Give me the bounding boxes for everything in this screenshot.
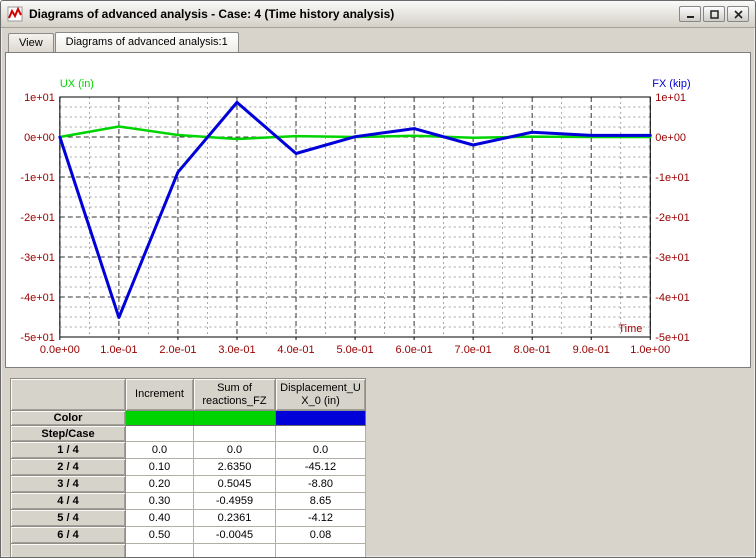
table-cell[interactable]: -45.12: [275, 458, 366, 476]
table-row: [10, 543, 366, 557]
close-icon: [733, 9, 743, 19]
y-tick-label-left: -2e+01: [20, 212, 54, 224]
x-tick-label: 1.0e-01: [100, 344, 137, 356]
maximize-button[interactable]: [703, 6, 725, 22]
table-cell[interactable]: 2.6350: [193, 458, 276, 476]
table-row: 2 / 4 0.10 2.6350 -45.12: [10, 458, 366, 476]
x-tick-label: 5.0e-01: [336, 344, 373, 356]
table-row: 3 / 4 0.20 0.5045 -8.80: [10, 475, 366, 493]
y-tick-label-right: 0e+00: [655, 132, 686, 144]
color-row: Color: [10, 410, 366, 426]
y-tick-label-left: -4e+01: [20, 292, 54, 304]
y-tick-label-right: -3e+01: [655, 252, 689, 264]
table-cell[interactable]: 0.5045: [193, 475, 276, 493]
table-cell[interactable]: -8.80: [275, 475, 366, 493]
results-table: Increment Sum of reactions_FZ Displaceme…: [10, 378, 366, 557]
table-cell[interactable]: 0.0: [193, 441, 276, 459]
stepcase-row: Step/Case: [10, 425, 366, 442]
tab-bar: View Diagrams of advanced analysis:1: [1, 28, 755, 52]
table-cell[interactable]: 0.2361: [193, 509, 276, 527]
column-header-increment[interactable]: Increment: [125, 378, 194, 411]
table-row: 1 / 4 0.0 0.0 0.0: [10, 441, 366, 459]
table-cell[interactable]: 0.20: [125, 475, 194, 493]
stepcase-cell: [125, 425, 194, 442]
table-cell[interactable]: -0.0045: [193, 526, 276, 544]
y-tick-label-right: -5e+01: [655, 332, 689, 344]
color-cell-sum-reactions-fz[interactable]: [193, 410, 276, 426]
row-header[interactable]: 5 / 4: [10, 509, 126, 527]
table-cell[interactable]: -0.4959: [193, 492, 276, 510]
minimize-button[interactable]: [679, 6, 701, 22]
table-cell[interactable]: 0.08: [275, 526, 366, 544]
right-axis-title: FX (kip): [652, 78, 690, 90]
table-cell[interactable]: 8.65: [275, 492, 366, 510]
table-row: 5 / 4 0.40 0.2361 -4.12: [10, 509, 366, 527]
x-tick-label: 9.0e-01: [573, 344, 610, 356]
row-header[interactable]: 6 / 4: [10, 526, 126, 544]
color-row-label: Color: [10, 410, 126, 426]
column-header-sum-reactions-fz[interactable]: Sum of reactions_FZ: [193, 378, 276, 411]
y-tick-label-left: -1e+01: [20, 172, 54, 184]
row-header[interactable]: 2 / 4: [10, 458, 126, 476]
y-tick-label-left: 1e+01: [24, 92, 55, 104]
maximize-icon: [709, 9, 719, 19]
window-title: Diagrams of advanced analysis - Case: 4 …: [29, 7, 395, 21]
tab-diagrams[interactable]: Diagrams of advanced analysis:1: [54, 32, 239, 52]
close-button[interactable]: [727, 6, 749, 22]
y-tick-label-right: -2e+01: [655, 212, 689, 224]
color-cell-increment[interactable]: [125, 410, 194, 426]
table-cell[interactable]: [125, 543, 194, 557]
left-axis-title: UX (in): [60, 78, 94, 90]
chart: 1e+01 1e+01 0e+00 0e+00 -1e+01 -1e+01 -2e+01 -2…: [20, 78, 690, 356]
x-tick-label: 0.0e+00: [40, 344, 80, 356]
table-cell[interactable]: -4.12: [275, 509, 366, 527]
x-tick-label: 4.0e-01: [277, 344, 314, 356]
table-cell[interactable]: [193, 543, 276, 557]
table-cell[interactable]: 0.0: [275, 441, 366, 459]
y-tick-label-left: -3e+01: [20, 252, 54, 264]
column-header-displacement-ux[interactable]: Displacement_U X_0 (in): [275, 378, 366, 411]
stepcase-row-label: Step/Case: [10, 425, 126, 442]
table-row: 6 / 4 0.50 -0.0045 0.08: [10, 526, 366, 544]
row-header[interactable]: 3 / 4: [10, 475, 126, 493]
results-table-wrap: Increment Sum of reactions_FZ Displaceme…: [10, 378, 755, 557]
minimize-icon: [686, 15, 694, 18]
tab-view[interactable]: View: [8, 33, 54, 52]
row-header[interactable]: 4 / 4: [10, 492, 126, 510]
color-cell-displacement-ux[interactable]: [275, 410, 366, 426]
y-tick-label-right: -4e+01: [655, 292, 689, 304]
x-tick-label: 6.0e-01: [396, 344, 433, 356]
table-cell[interactable]: [275, 543, 366, 557]
y-tick-label-left: -5e+01: [20, 332, 54, 344]
table-cell[interactable]: 0.50: [125, 526, 194, 544]
x-axis-title: Time: [618, 323, 642, 335]
x-tick-label: 7.0e-01: [455, 344, 492, 356]
stepcase-cell: [193, 425, 276, 442]
y-tick-label-right: -1e+01: [655, 172, 689, 184]
table-cell[interactable]: 0.0: [125, 441, 194, 459]
window-controls: [679, 6, 749, 22]
window-icon: [7, 6, 23, 22]
table-cell[interactable]: 0.40: [125, 509, 194, 527]
x-tick-label: 8.0e-01: [514, 344, 551, 356]
y-tick-label-left: 0e+00: [24, 132, 55, 144]
table-cell[interactable]: 0.30: [125, 492, 194, 510]
row-header[interactable]: [10, 543, 126, 557]
y-tick-label-right: 1e+01: [655, 92, 686, 104]
x-tick-label: 1.0e+00: [630, 344, 670, 356]
chart-panel: 1e+01 1e+01 0e+00 0e+00 -1e+01 -1e+01 -2e+01 -2…: [5, 52, 751, 368]
titlebar[interactable]: Diagrams of advanced analysis - Case: 4 …: [1, 1, 755, 28]
corner-header-cell: [10, 378, 126, 411]
table-cell[interactable]: 0.10: [125, 458, 194, 476]
table-header-row: Increment Sum of reactions_FZ Displaceme…: [10, 378, 366, 411]
x-tick-label: 2.0e-01: [159, 344, 196, 356]
row-header[interactable]: 1 / 4: [10, 441, 126, 459]
table-row: 4 / 4 0.30 -0.4959 8.65: [10, 492, 366, 510]
app-window: Diagrams of advanced analysis - Case: 4 …: [0, 0, 756, 558]
x-tick-label: 3.0e-01: [218, 344, 255, 356]
stepcase-cell: [275, 425, 366, 442]
